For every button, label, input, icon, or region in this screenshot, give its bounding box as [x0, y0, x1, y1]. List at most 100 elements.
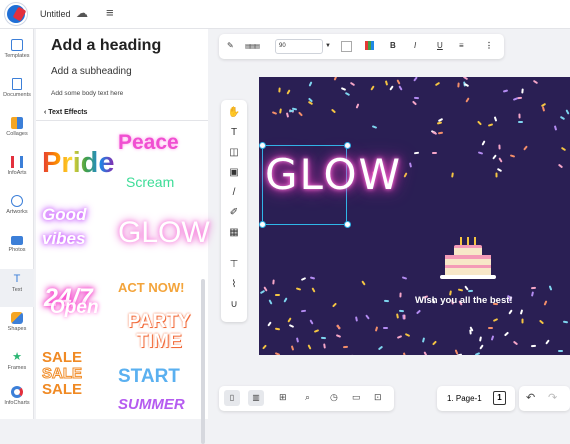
confetti-piece [405, 333, 410, 337]
design-canvas[interactable]: GLOW Wish you all the best! [259, 77, 570, 355]
app-logo[interactable] [5, 3, 27, 25]
confetti-piece [385, 80, 388, 85]
confetti-piece [356, 103, 360, 108]
confetti-piece [413, 77, 418, 82]
rail-item-photos[interactable]: Photos [0, 230, 34, 268]
image-tool-icon[interactable]: ▣ [227, 166, 241, 180]
confetti-piece [310, 319, 314, 324]
timer-icon[interactable]: ◷ [330, 392, 338, 403]
confetti-piece [493, 318, 498, 322]
confetti-piece [492, 155, 497, 160]
left-rail: Templates Documents Collages InfoArts Ar… [0, 29, 34, 419]
document-title[interactable]: Untitled [40, 9, 71, 19]
text-effects-back[interactable]: ‹ Text Effects [44, 109, 87, 116]
effect-pride[interactable]: Pride [42, 147, 115, 180]
confetti-piece [488, 327, 493, 329]
add-heading-option[interactable]: Add a heading [51, 37, 161, 55]
confetti-piece [491, 335, 495, 340]
rail-item-infoarts[interactable]: InfoArts [0, 152, 34, 190]
present-icon[interactable]: ⊡ [374, 392, 382, 403]
confetti-piece [468, 289, 473, 291]
font-style-icon[interactable]: ▤▤▤ [245, 43, 259, 50]
confetti-piece [397, 313, 400, 318]
grid-view-icon[interactable]: ▥ [248, 390, 264, 406]
resize-handle-tr[interactable] [344, 142, 351, 149]
confetti-piece [474, 352, 479, 355]
resize-handle-tl[interactable] [259, 142, 266, 149]
confetti-piece [341, 87, 346, 91]
cloud-save-icon[interactable]: ☁ [76, 6, 88, 20]
page-selector[interactable]: 1. Page-1 1 [437, 386, 515, 411]
effect-glow[interactable]: GLOW [118, 216, 210, 250]
panel-scrollbar[interactable] [201, 279, 205, 444]
add-subheading-option[interactable]: Add a subheading [51, 66, 132, 77]
add-body-text-option[interactable]: Add some body text here [51, 90, 123, 97]
effect-act-now[interactable]: ACT NOW! [118, 280, 184, 295]
resize-handle-br[interactable] [344, 221, 351, 228]
rail-item-templates[interactable]: Templates [0, 35, 34, 73]
confetti-piece [451, 173, 454, 178]
table-tool-icon[interactable]: ▦ [227, 226, 241, 240]
effect-sale-3[interactable]: SALE [42, 381, 82, 398]
hamburger-menu-icon[interactable]: ≡ [106, 5, 114, 20]
confetti-piece [383, 327, 388, 329]
bold-icon[interactable]: B [390, 41, 396, 50]
rail-item-infocharts[interactable]: InfoCharts [0, 382, 34, 420]
format-toolbar: ✎ ▤▤▤ 90 ▼ B I U ≡ ⋮ [219, 34, 504, 59]
confetti-piece [558, 164, 563, 169]
layout-icon[interactable]: ▯ [224, 390, 240, 406]
underline-icon[interactable]: U [437, 41, 443, 50]
shapes-tool-icon[interactable]: ◫ [227, 146, 241, 160]
confetti-piece [355, 316, 358, 321]
paint-roller-icon[interactable]: ⊤ [227, 258, 241, 272]
more-icon[interactable]: ⋮ [485, 41, 493, 50]
rail-item-artworks[interactable]: Artworks [0, 191, 34, 229]
rail-item-text[interactable]: T Text [0, 269, 34, 307]
effect-sale-2[interactable]: SALE [42, 365, 82, 382]
confetti-piece [262, 344, 267, 349]
confetti-piece [465, 98, 469, 103]
text-panel: Add a heading Add a subheading Add some … [36, 29, 208, 419]
rail-item-shapes[interactable]: Shapes [0, 308, 34, 346]
confetti-piece [563, 321, 568, 324]
effect-start[interactable]: START [118, 366, 180, 388]
confetti-piece [404, 172, 408, 177]
effect-good-vibes[interactable]: Good vibes [42, 203, 112, 251]
rail-item-collages[interactable]: Collages [0, 113, 34, 151]
layers-icon[interactable]: ⊞ [279, 392, 287, 403]
rail-item-documents[interactable]: Documents [0, 74, 34, 112]
photo-icon [11, 236, 23, 245]
effect-sale-1[interactable]: SALE [42, 349, 82, 366]
greeting-text[interactable]: Wish you all the best! [415, 295, 513, 306]
font-size-input[interactable]: 90 [275, 39, 323, 54]
hand-icon[interactable]: ✋ [227, 106, 241, 120]
confetti-piece [272, 112, 277, 116]
brush-tool-icon[interactable]: ✐ [227, 206, 241, 220]
broom-icon[interactable]: ⌇ [227, 278, 241, 292]
color-grid-icon[interactable] [365, 41, 374, 52]
text-color-swatch[interactable] [341, 41, 352, 52]
page-count-badge[interactable]: 1 [493, 391, 506, 405]
rail-item-frames[interactable]: ★ Frames [0, 347, 34, 385]
chevron-down-icon[interactable]: ▼ [325, 43, 331, 49]
confetti-piece [477, 121, 482, 126]
align-icon[interactable]: ≡ [459, 41, 464, 50]
glow-text[interactable]: GLOW [265, 150, 402, 199]
redo-icon[interactable]: ↷ [548, 391, 557, 404]
effect-summer[interactable]: SUMMER [118, 396, 185, 413]
video-icon[interactable]: ▭ [352, 392, 361, 403]
confetti-piece [479, 337, 482, 342]
effect-open[interactable]: Open [50, 297, 99, 319]
pen-tool-icon[interactable]: / [227, 186, 241, 200]
zoom-icon[interactable]: ⌕ [305, 392, 310, 403]
italic-icon[interactable]: I [414, 41, 416, 50]
effect-scream[interactable]: Scream [126, 174, 174, 190]
effect-peace[interactable]: Peace [118, 131, 179, 155]
magnet-icon[interactable]: ∪ [227, 298, 241, 312]
undo-icon[interactable]: ↶ [526, 391, 535, 404]
edit-icon[interactable]: ✎ [227, 41, 234, 50]
confetti-piece [361, 280, 365, 285]
text-tool-icon[interactable]: T [227, 126, 241, 140]
resize-handle-bl[interactable] [259, 221, 266, 228]
effect-party-time[interactable]: PARTY TIME [122, 312, 196, 352]
